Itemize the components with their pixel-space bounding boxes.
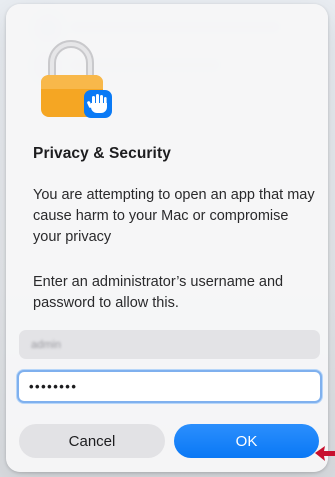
dialog-instruction: Enter an administrator’s username and pa… [33, 274, 284, 311]
lock-hand-icon [41, 40, 112, 118]
red-arrow-icon [315, 446, 335, 461]
dialog-title: Privacy & Security [33, 145, 171, 162]
password-value: •••••••• [29, 379, 78, 394]
cancel-button[interactable]: Cancel [19, 424, 165, 458]
username-field[interactable]: admin [19, 330, 320, 359]
username-value: admin [31, 338, 61, 351]
password-field[interactable]: •••••••• [17, 370, 322, 403]
dialog-message: You are attempting to open an app that m… [33, 187, 315, 245]
ok-button[interactable]: OK [174, 424, 319, 458]
